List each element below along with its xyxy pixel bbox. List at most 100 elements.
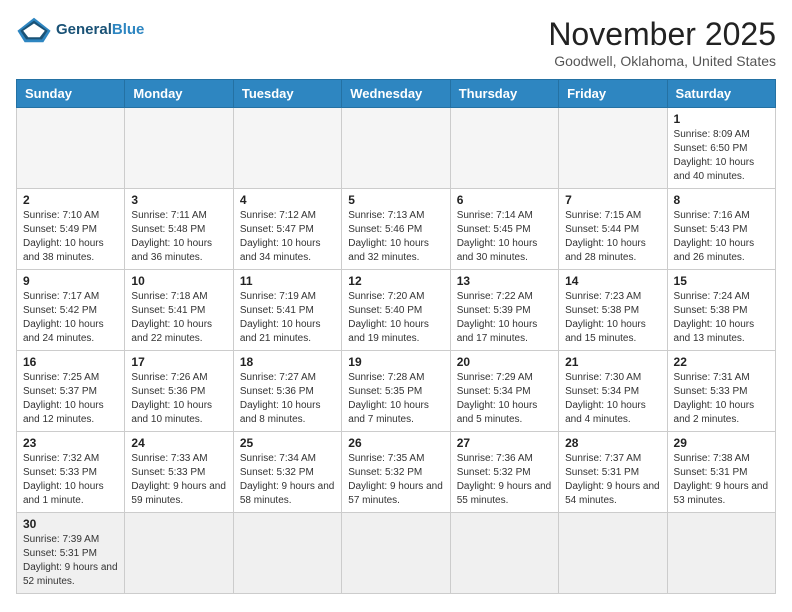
day-number: 5: [348, 193, 443, 207]
calendar-day-cell: 12 Sunrise: 7:20 AM Sunset: 5:40 PM Dayli…: [342, 270, 450, 351]
calendar-day-cell: [450, 513, 558, 594]
day-number: 25: [240, 436, 335, 450]
calendar-day-cell: 30Sunrise: 7:39 AM Sunset: 5:31 PM Dayli…: [17, 513, 125, 594]
calendar-day-cell: [559, 513, 667, 594]
day-number: 23: [23, 436, 118, 450]
day-info: Sunrise: 7:20 AM Sunset: 5:40 PM Dayligh…: [348, 290, 443, 346]
day-number: 10: [131, 274, 226, 288]
day-info: Sunrise: 7:14 AM Sunset: 5:45 PM Dayligh…: [457, 209, 552, 265]
calendar-day-cell: 29 Sunrise: 7:38 AM Sunset: 5:31 PM Dayli…: [667, 432, 775, 513]
calendar-day-cell: [559, 108, 667, 189]
calendar-day-cell: 2Sunrise: 7:10 AM Sunset: 5:49 PM Daylig…: [17, 189, 125, 270]
day-info: Sunrise: 7:36 AM Sunset: 5:32 PM Dayligh…: [457, 452, 552, 508]
day-number: 13: [457, 274, 552, 288]
month-title: November 2025: [548, 16, 776, 53]
weekday-header-tuesday: Tuesday: [233, 80, 341, 108]
calendar-day-cell: 4 Sunrise: 7:12 AM Sunset: 5:47 PM Daylig…: [233, 189, 341, 270]
day-number: 3: [131, 193, 226, 207]
calendar-day-cell: [233, 108, 341, 189]
calendar-day-cell: 16 Sunrise: 7:25 AM Sunset: 5:37 PM Dayli…: [17, 351, 125, 432]
calendar-table: SundayMondayTuesdayWednesdayThursdayFrid…: [16, 79, 776, 594]
day-info: Sunrise: 7:23 AM Sunset: 5:38 PM Dayligh…: [565, 290, 660, 346]
day-info: Sunrise: 7:35 AM Sunset: 5:32 PM Dayligh…: [348, 452, 443, 508]
calendar-day-cell: 15 Sunrise: 7:24 AM Sunset: 5:38 PM Dayli…: [667, 270, 775, 351]
day-number: 7: [565, 193, 660, 207]
calendar-week-row: 9Sunrise: 7:17 AM Sunset: 5:42 PM Daylig…: [17, 270, 776, 351]
day-number: 27: [457, 436, 552, 450]
calendar-day-cell: [667, 513, 775, 594]
calendar-day-cell: 5 Sunrise: 7:13 AM Sunset: 5:46 PM Daylig…: [342, 189, 450, 270]
day-info: Sunrise: 7:12 AM Sunset: 5:47 PM Dayligh…: [240, 209, 335, 265]
day-number: 18: [240, 355, 335, 369]
day-number: 24: [131, 436, 226, 450]
generalblue-logo-icon: [16, 16, 52, 44]
calendar-day-cell: [342, 108, 450, 189]
calendar-day-cell: 25 Sunrise: 7:34 AM Sunset: 5:32 PM Dayli…: [233, 432, 341, 513]
day-info: Sunrise: 7:32 AM Sunset: 5:33 PM Dayligh…: [23, 452, 118, 508]
day-info: Sunrise: 7:30 AM Sunset: 5:34 PM Dayligh…: [565, 371, 660, 427]
calendar-day-cell: 7Sunrise: 7:15 AM Sunset: 5:44 PM Daylig…: [559, 189, 667, 270]
day-number: 6: [457, 193, 552, 207]
day-info: Sunrise: 7:25 AM Sunset: 5:37 PM Dayligh…: [23, 371, 118, 427]
weekday-header-wednesday: Wednesday: [342, 80, 450, 108]
calendar-day-cell: 28 Sunrise: 7:37 AM Sunset: 5:31 PM Dayli…: [559, 432, 667, 513]
day-number: 15: [674, 274, 769, 288]
calendar-day-cell: 24 Sunrise: 7:33 AM Sunset: 5:33 PM Dayli…: [125, 432, 233, 513]
day-number: 4: [240, 193, 335, 207]
calendar-day-cell: 9Sunrise: 7:17 AM Sunset: 5:42 PM Daylig…: [17, 270, 125, 351]
day-info: Sunrise: 8:09 AM Sunset: 6:50 PM Dayligh…: [674, 128, 769, 184]
calendar-day-cell: [342, 513, 450, 594]
day-number: 21: [565, 355, 660, 369]
calendar-week-row: 30Sunrise: 7:39 AM Sunset: 5:31 PM Dayli…: [17, 513, 776, 594]
day-info: Sunrise: 7:11 AM Sunset: 5:48 PM Dayligh…: [131, 209, 226, 265]
calendar-week-row: 23 Sunrise: 7:32 AM Sunset: 5:33 PM Dayli…: [17, 432, 776, 513]
weekday-header-thursday: Thursday: [450, 80, 558, 108]
day-number: 8: [674, 193, 769, 207]
calendar-day-cell: 18Sunrise: 7:27 AM Sunset: 5:36 PM Dayli…: [233, 351, 341, 432]
calendar-day-cell: 21 Sunrise: 7:30 AM Sunset: 5:34 PM Dayli…: [559, 351, 667, 432]
calendar-day-cell: 20 Sunrise: 7:29 AM Sunset: 5:34 PM Dayli…: [450, 351, 558, 432]
day-number: 19: [348, 355, 443, 369]
logo-text-block: GeneralBlue: [56, 22, 144, 39]
day-info: Sunrise: 7:10 AM Sunset: 5:49 PM Dayligh…: [23, 209, 118, 265]
calendar-day-cell: 6 Sunrise: 7:14 AM Sunset: 5:45 PM Daylig…: [450, 189, 558, 270]
day-number: 20: [457, 355, 552, 369]
day-info: Sunrise: 7:37 AM Sunset: 5:31 PM Dayligh…: [565, 452, 660, 508]
day-info: Sunrise: 7:24 AM Sunset: 5:38 PM Dayligh…: [674, 290, 769, 346]
calendar-day-cell: 13Sunrise: 7:22 AM Sunset: 5:39 PM Dayli…: [450, 270, 558, 351]
calendar-day-cell: 8 Sunrise: 7:16 AM Sunset: 5:43 PM Daylig…: [667, 189, 775, 270]
day-info: Sunrise: 7:34 AM Sunset: 5:32 PM Dayligh…: [240, 452, 335, 508]
weekday-header-sunday: Sunday: [17, 80, 125, 108]
day-info: Sunrise: 7:39 AM Sunset: 5:31 PM Dayligh…: [23, 533, 118, 589]
day-number: 26: [348, 436, 443, 450]
day-info: Sunrise: 7:26 AM Sunset: 5:36 PM Dayligh…: [131, 371, 226, 427]
day-info: Sunrise: 7:38 AM Sunset: 5:31 PM Dayligh…: [674, 452, 769, 508]
day-info: Sunrise: 7:29 AM Sunset: 5:34 PM Dayligh…: [457, 371, 552, 427]
weekday-header-monday: Monday: [125, 80, 233, 108]
day-number: 17: [131, 355, 226, 369]
day-number: 22: [674, 355, 769, 369]
calendar-day-cell: 26 Sunrise: 7:35 AM Sunset: 5:32 PM Dayli…: [342, 432, 450, 513]
day-number: 29: [674, 436, 769, 450]
day-number: 28: [565, 436, 660, 450]
weekday-header-row: SundayMondayTuesdayWednesdayThursdayFrid…: [17, 80, 776, 108]
page-header: GeneralBlue November 2025 Goodwell, Okla…: [16, 16, 776, 69]
day-info: Sunrise: 7:16 AM Sunset: 5:43 PM Dayligh…: [674, 209, 769, 265]
day-info: Sunrise: 7:13 AM Sunset: 5:46 PM Dayligh…: [348, 209, 443, 265]
calendar-day-cell: [17, 108, 125, 189]
weekday-header-saturday: Saturday: [667, 80, 775, 108]
calendar-day-cell: 17 Sunrise: 7:26 AM Sunset: 5:36 PM Dayli…: [125, 351, 233, 432]
day-number: 9: [23, 274, 118, 288]
calendar-week-row: 16 Sunrise: 7:25 AM Sunset: 5:37 PM Dayli…: [17, 351, 776, 432]
calendar-day-cell: 19Sunrise: 7:28 AM Sunset: 5:35 PM Dayli…: [342, 351, 450, 432]
location-subtitle: Goodwell, Oklahoma, United States: [548, 53, 776, 69]
day-info: Sunrise: 7:33 AM Sunset: 5:33 PM Dayligh…: [131, 452, 226, 508]
day-number: 11: [240, 274, 335, 288]
day-number: 12: [348, 274, 443, 288]
day-info: Sunrise: 7:19 AM Sunset: 5:41 PM Dayligh…: [240, 290, 335, 346]
calendar-day-cell: [125, 108, 233, 189]
calendar-day-cell: 1Sunrise: 8:09 AM Sunset: 6:50 PM Daylig…: [667, 108, 775, 189]
calendar-day-cell: 14Sunrise: 7:23 AM Sunset: 5:38 PM Dayli…: [559, 270, 667, 351]
day-number: 16: [23, 355, 118, 369]
calendar-day-cell: 10Sunrise: 7:18 AM Sunset: 5:41 PM Dayli…: [125, 270, 233, 351]
